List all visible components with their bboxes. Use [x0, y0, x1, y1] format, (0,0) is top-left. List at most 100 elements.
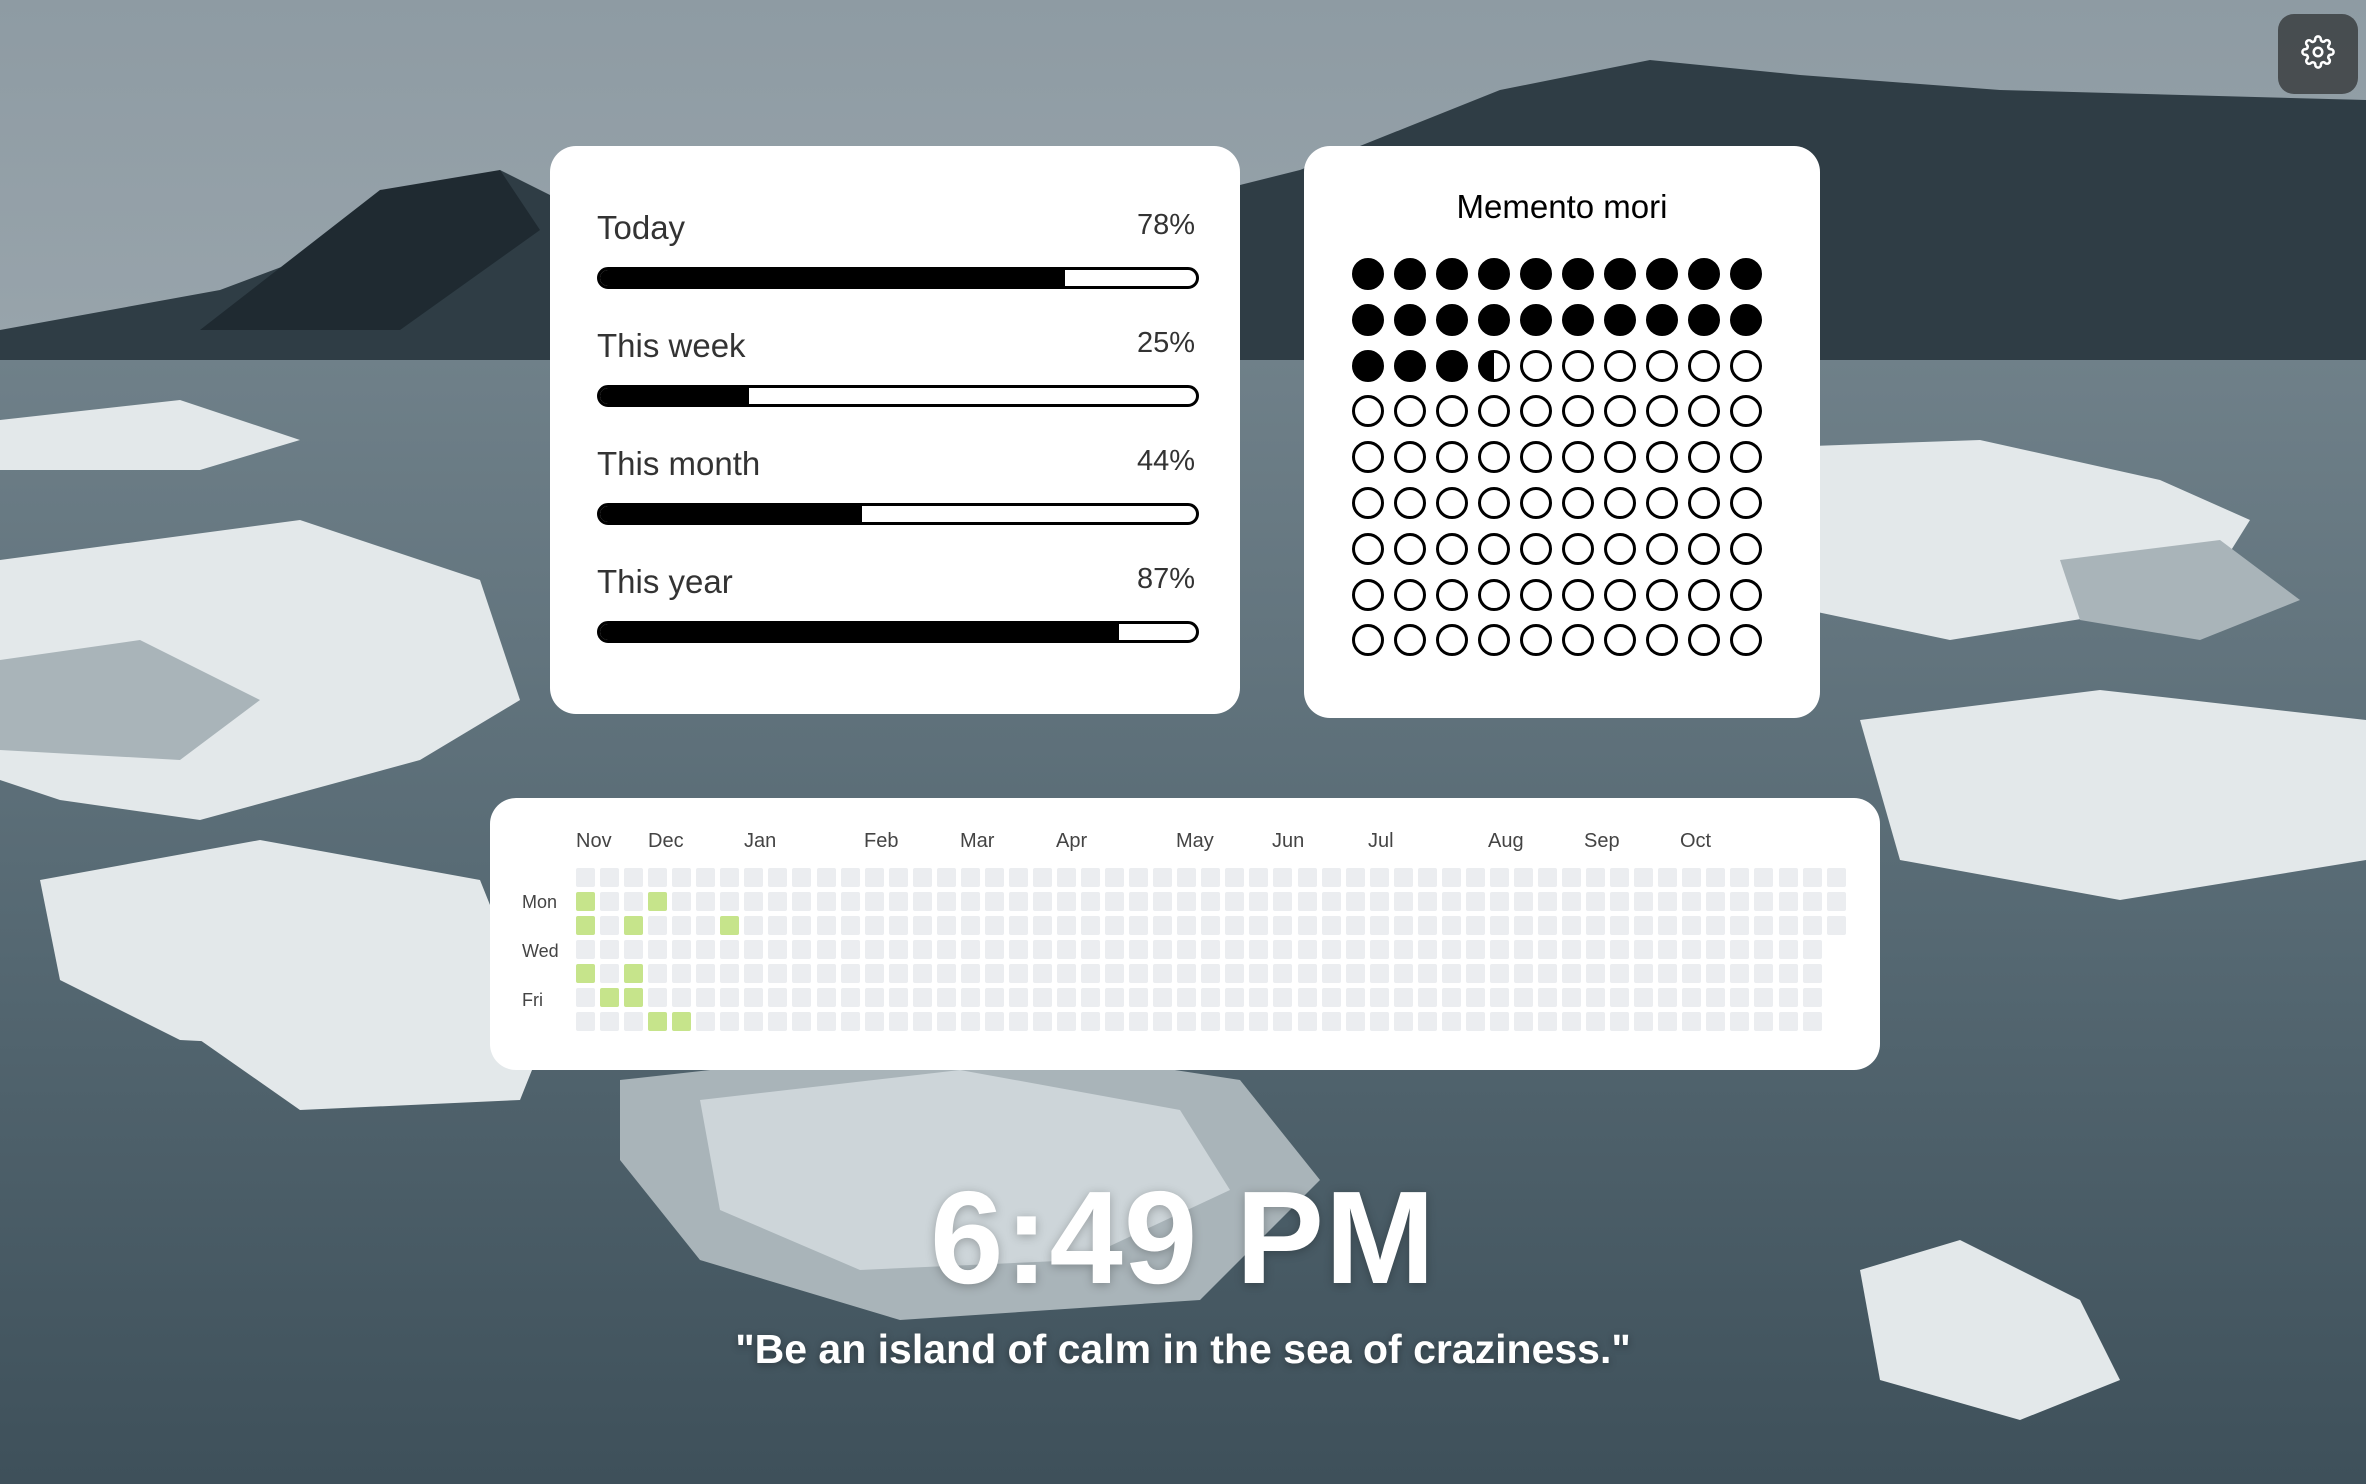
heatmap-cell[interactable]: [1513, 892, 1533, 912]
heatmap-cell[interactable]: [648, 1012, 668, 1032]
heatmap-cell[interactable]: [1441, 916, 1461, 936]
heatmap-cell[interactable]: [576, 988, 595, 1008]
heatmap-cell[interactable]: [1465, 964, 1485, 984]
heatmap-cell[interactable]: [744, 916, 764, 936]
heatmap-cell[interactable]: [840, 892, 860, 912]
heatmap-cell[interactable]: [1586, 988, 1606, 1008]
heatmap-cell[interactable]: [984, 964, 1004, 984]
heatmap-cell[interactable]: [1393, 988, 1413, 1008]
heatmap-cell[interactable]: [1754, 916, 1774, 936]
heatmap-cell[interactable]: [1105, 868, 1125, 887]
heatmap-cell[interactable]: [624, 988, 644, 1008]
heatmap-cell[interactable]: [1682, 964, 1702, 984]
heatmap-cell[interactable]: [1706, 940, 1726, 960]
heatmap-cell[interactable]: [960, 916, 980, 936]
heatmap-cell[interactable]: [1369, 940, 1389, 960]
heatmap-cell[interactable]: [1465, 988, 1485, 1008]
heatmap-cell[interactable]: [600, 916, 620, 936]
heatmap-cell[interactable]: [1538, 940, 1557, 960]
heatmap-cell[interactable]: [1057, 1012, 1076, 1032]
heatmap-cell[interactable]: [816, 1012, 836, 1032]
heatmap-cell[interactable]: [1345, 916, 1365, 936]
heatmap-cell[interactable]: [840, 868, 860, 887]
heatmap-cell[interactable]: [1610, 916, 1630, 936]
heatmap-cell[interactable]: [1538, 868, 1557, 887]
heatmap-cell[interactable]: [888, 868, 908, 887]
heatmap-cell[interactable]: [936, 916, 956, 936]
heatmap-cell[interactable]: [1225, 964, 1245, 984]
heatmap-cell[interactable]: [1658, 940, 1678, 960]
heatmap-cell[interactable]: [792, 964, 812, 984]
heatmap-cell[interactable]: [912, 892, 932, 912]
heatmap-cell[interactable]: [840, 964, 860, 984]
heatmap-cell[interactable]: [1658, 868, 1678, 887]
heatmap-cell[interactable]: [768, 868, 788, 887]
heatmap-cell[interactable]: [1177, 1012, 1197, 1032]
heatmap-cell[interactable]: [600, 892, 620, 912]
heatmap-cell[interactable]: [624, 940, 644, 960]
heatmap-cell[interactable]: [792, 988, 812, 1008]
heatmap-cell[interactable]: [624, 1012, 644, 1032]
heatmap-cell[interactable]: [1057, 964, 1076, 984]
heatmap-cell[interactable]: [1441, 988, 1461, 1008]
heatmap-cell[interactable]: [1129, 988, 1149, 1008]
heatmap-cell[interactable]: [1682, 940, 1702, 960]
heatmap-cell[interactable]: [1081, 964, 1101, 984]
heatmap-cell[interactable]: [576, 868, 595, 887]
heatmap-cell[interactable]: [672, 964, 692, 984]
heatmap-cell[interactable]: [744, 868, 764, 887]
heatmap-cell[interactable]: [768, 940, 788, 960]
heatmap-cell[interactable]: [1802, 1012, 1822, 1032]
heatmap-cell[interactable]: [1754, 868, 1774, 887]
heatmap-cell[interactable]: [1778, 1012, 1798, 1032]
heatmap-cell[interactable]: [1706, 964, 1726, 984]
heatmap-cell[interactable]: [1417, 988, 1437, 1008]
heatmap-cell[interactable]: [1682, 868, 1702, 887]
heatmap-cell[interactable]: [1513, 940, 1533, 960]
heatmap-cell[interactable]: [1489, 892, 1509, 912]
heatmap-cell[interactable]: [1369, 1012, 1389, 1032]
heatmap-cell[interactable]: [1417, 892, 1437, 912]
heatmap-cell[interactable]: [840, 1012, 860, 1032]
heatmap-cell[interactable]: [648, 964, 668, 984]
heatmap-cell[interactable]: [1465, 916, 1485, 936]
heatmap-cell[interactable]: [1489, 1012, 1509, 1032]
heatmap-cell[interactable]: [1249, 940, 1269, 960]
heatmap-cell[interactable]: [1513, 916, 1533, 936]
heatmap-cell[interactable]: [1513, 868, 1533, 887]
heatmap-cell[interactable]: [600, 1012, 620, 1032]
heatmap-cell[interactable]: [696, 940, 716, 960]
heatmap-cell[interactable]: [816, 940, 836, 960]
heatmap-cell[interactable]: [648, 988, 668, 1008]
heatmap-cell[interactable]: [768, 988, 788, 1008]
heatmap-cell[interactable]: [912, 988, 932, 1008]
heatmap-cell[interactable]: [1465, 1012, 1485, 1032]
heatmap-cell[interactable]: [960, 1012, 980, 1032]
heatmap-cell[interactable]: [1008, 988, 1028, 1008]
heatmap-cell[interactable]: [1081, 1012, 1101, 1032]
heatmap-cell[interactable]: [720, 988, 740, 1008]
heatmap-cell[interactable]: [1441, 868, 1461, 887]
heatmap-cell[interactable]: [744, 892, 764, 912]
heatmap-cell[interactable]: [1682, 916, 1702, 936]
heatmap-cell[interactable]: [1730, 964, 1750, 984]
heatmap-cell[interactable]: [912, 964, 932, 984]
heatmap-cell[interactable]: [1634, 916, 1654, 936]
heatmap-cell[interactable]: [1321, 988, 1341, 1008]
heatmap-cell[interactable]: [1008, 964, 1028, 984]
heatmap-cell[interactable]: [1177, 964, 1197, 984]
heatmap-cell[interactable]: [936, 868, 956, 887]
heatmap-cell[interactable]: [1249, 916, 1269, 936]
heatmap-cell[interactable]: [696, 964, 716, 984]
heatmap-cell[interactable]: [1538, 988, 1557, 1008]
heatmap-cell[interactable]: [1201, 916, 1221, 936]
heatmap-cell[interactable]: [1730, 868, 1750, 887]
heatmap-cell[interactable]: [1465, 892, 1485, 912]
heatmap-cell[interactable]: [696, 988, 716, 1008]
heatmap-cell[interactable]: [840, 940, 860, 960]
heatmap-cell[interactable]: [864, 868, 884, 887]
heatmap-cell[interactable]: [1513, 1012, 1533, 1032]
heatmap-cell[interactable]: [744, 940, 764, 960]
heatmap-cell[interactable]: [1369, 964, 1389, 984]
heatmap-cell[interactable]: [720, 868, 740, 887]
